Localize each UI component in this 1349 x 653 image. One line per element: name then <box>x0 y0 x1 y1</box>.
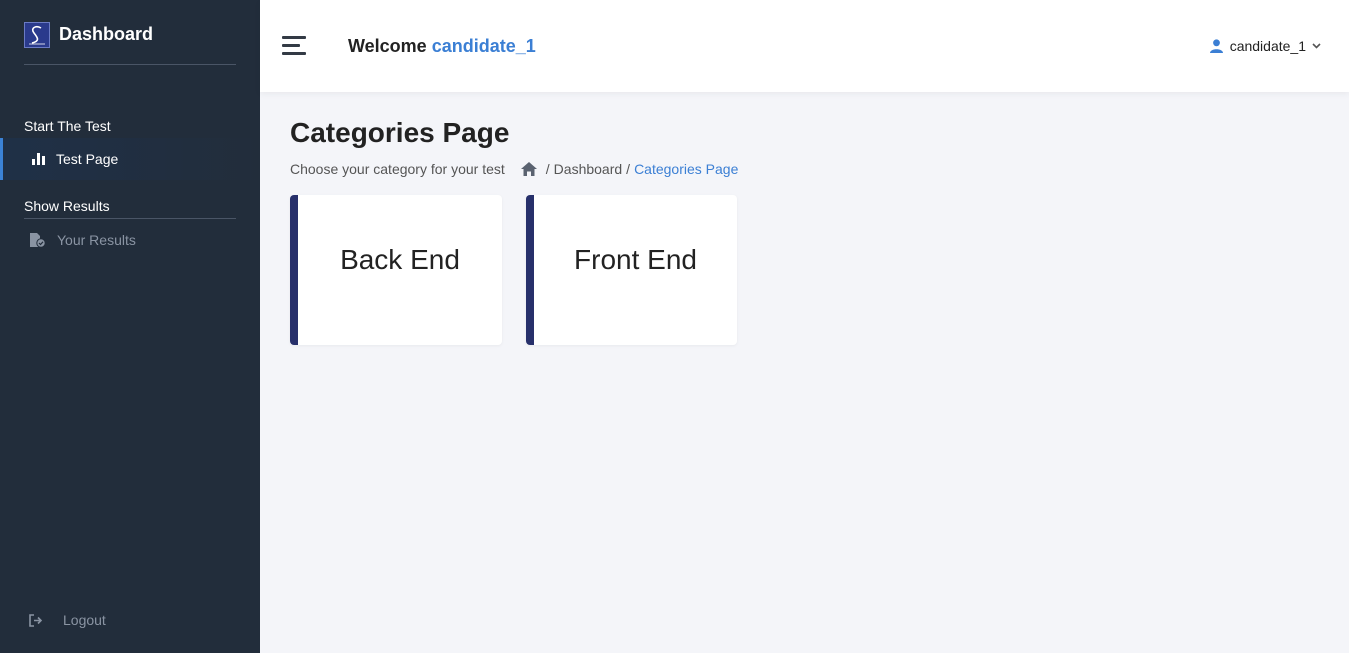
breadcrumb-dashboard[interactable]: Dashboard <box>554 161 623 177</box>
category-card-front-end[interactable]: Front End <box>526 195 737 345</box>
sidebar: Dashboard Start The Test Test Page Show … <box>0 0 260 653</box>
breadcrumb-separator: / <box>545 161 550 177</box>
user-menu-dropdown[interactable]: candidate_1 <box>1209 38 1321 54</box>
welcome-prefix: Welcome <box>348 36 427 56</box>
category-label: Back End <box>340 244 460 275</box>
breadcrumb-current: Categories Page <box>634 161 739 177</box>
page-title: Categories Page <box>290 117 510 148</box>
bar-chart-icon <box>29 153 47 165</box>
category-card-back-end[interactable]: Back End <box>290 195 502 345</box>
logout-label: Logout <box>63 612 106 628</box>
brand-title: Dashboard <box>59 24 154 44</box>
top-header: Welcome candidate_1 candidate_1 <box>260 0 1349 92</box>
sidebar-item-test-page[interactable]: Test Page <box>0 138 260 180</box>
page-subtitle: Choose your category for your test <box>290 161 505 177</box>
breadcrumb: Choose your category for your test / Das… <box>290 161 738 177</box>
category-label: Front End <box>574 244 697 275</box>
file-check-icon <box>28 232 46 248</box>
sign-out-icon <box>28 613 46 627</box>
breadcrumb-separator: / <box>626 161 631 177</box>
home-icon[interactable] <box>520 162 537 176</box>
logout-button[interactable]: Logout <box>28 612 106 628</box>
hamburger-icon[interactable] <box>282 36 306 56</box>
user-icon <box>1209 39 1223 53</box>
brand-logo <box>24 22 50 48</box>
section-title-show-results: Show Results <box>24 198 236 219</box>
sidebar-item-your-results[interactable]: Your Results <box>0 219 260 261</box>
section-title-start-test: Start The Test <box>24 118 236 139</box>
welcome-username: candidate_1 <box>431 36 536 56</box>
sidebar-item-label: Your Results <box>57 232 136 248</box>
chevron-down-icon <box>1312 43 1321 49</box>
welcome-message: Welcome candidate_1 <box>348 36 536 57</box>
brand[interactable]: Dashboard <box>24 22 236 65</box>
user-menu-label: candidate_1 <box>1229 38 1306 54</box>
sidebar-item-label: Test Page <box>56 151 119 167</box>
